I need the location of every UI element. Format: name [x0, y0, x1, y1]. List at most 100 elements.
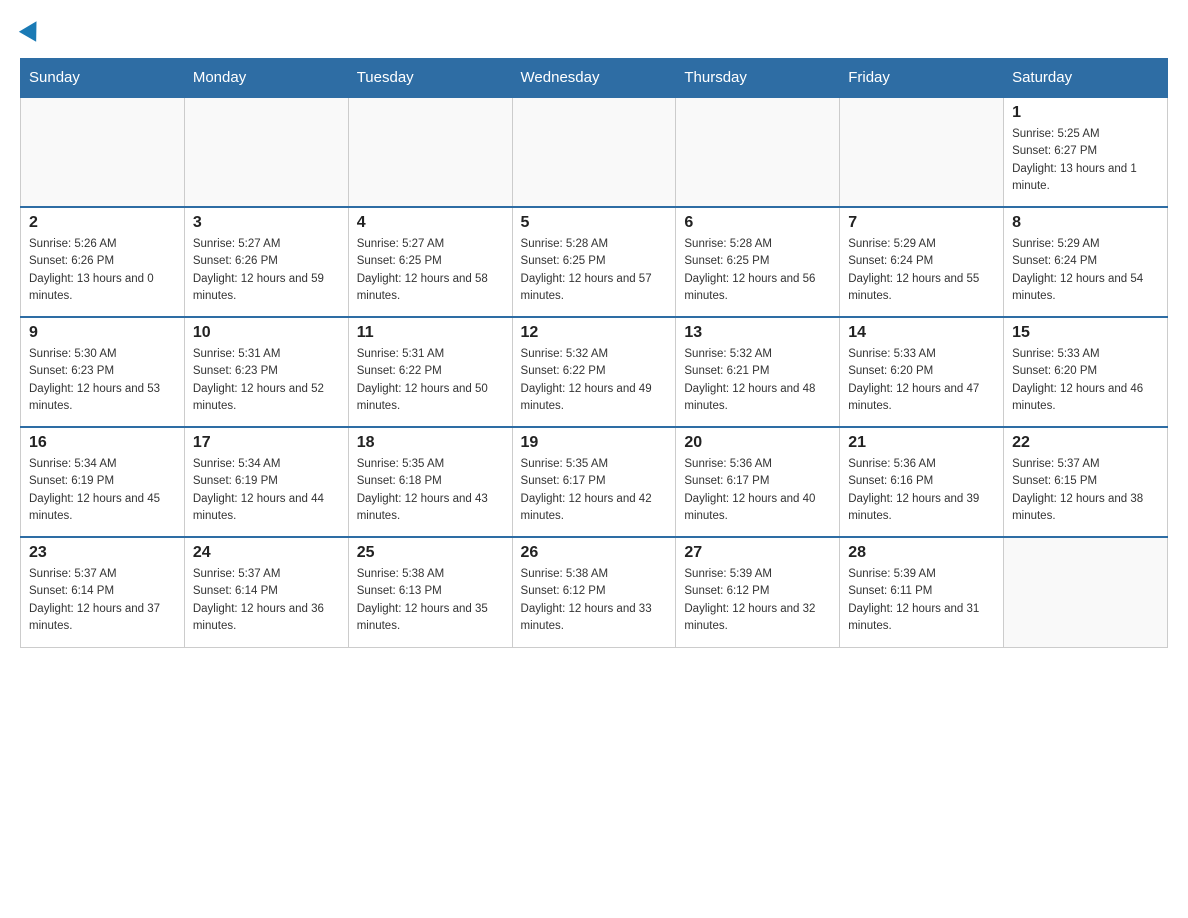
day-info: Sunrise: 5:35 AMSunset: 6:18 PMDaylight:… [357, 456, 504, 525]
calendar-cell: 1 Sunrise: 5:25 AMSunset: 6:27 PMDaylight… [1004, 97, 1168, 207]
day-info: Sunrise: 5:32 AMSunset: 6:21 PMDaylight:… [684, 346, 831, 415]
day-number: 25 [357, 544, 504, 562]
day-info: Sunrise: 5:26 AMSunset: 6:26 PMDaylight:… [29, 236, 176, 305]
day-info: Sunrise: 5:31 AMSunset: 6:23 PMDaylight:… [193, 346, 340, 415]
calendar-cell: 20 Sunrise: 5:36 AMSunset: 6:17 PMDayligh… [676, 427, 840, 537]
day-info: Sunrise: 5:31 AMSunset: 6:22 PMDaylight:… [357, 346, 504, 415]
calendar-week-row: 1 Sunrise: 5:25 AMSunset: 6:27 PMDaylight… [21, 97, 1168, 207]
day-info: Sunrise: 5:30 AMSunset: 6:23 PMDaylight:… [29, 346, 176, 415]
day-number: 7 [848, 214, 995, 232]
day-info: Sunrise: 5:33 AMSunset: 6:20 PMDaylight:… [1012, 346, 1159, 415]
calendar-cell: 11 Sunrise: 5:31 AMSunset: 6:22 PMDayligh… [348, 317, 512, 427]
day-info: Sunrise: 5:34 AMSunset: 6:19 PMDaylight:… [29, 456, 176, 525]
calendar-cell: 26Sunrise: 5:38 AMSunset: 6:12 PMDayligh… [512, 537, 676, 647]
day-info: Sunrise: 5:38 AMSunset: 6:13 PMDaylight:… [357, 566, 504, 635]
calendar-cell: 13 Sunrise: 5:32 AMSunset: 6:21 PMDayligh… [676, 317, 840, 427]
page-header [20, 20, 1168, 38]
calendar-cell [512, 97, 676, 207]
calendar-cell: 28 Sunrise: 5:39 AMSunset: 6:11 PMDayligh… [840, 537, 1004, 647]
calendar-week-row: 23Sunrise: 5:37 AMSunset: 6:14 PMDayligh… [21, 537, 1168, 647]
day-number: 16 [29, 434, 176, 452]
day-info: Sunrise: 5:28 AMSunset: 6:25 PMDaylight:… [684, 236, 831, 305]
calendar-cell: 21 Sunrise: 5:36 AMSunset: 6:16 PMDayligh… [840, 427, 1004, 537]
day-number: 6 [684, 214, 831, 232]
day-info: Sunrise: 5:34 AMSunset: 6:19 PMDaylight:… [193, 456, 340, 525]
day-number: 8 [1012, 214, 1159, 232]
calendar-cell: 9Sunrise: 5:30 AMSunset: 6:23 PMDaylight… [21, 317, 185, 427]
calendar-cell: 25 Sunrise: 5:38 AMSunset: 6:13 PMDayligh… [348, 537, 512, 647]
calendar-cell: 18 Sunrise: 5:35 AMSunset: 6:18 PMDayligh… [348, 427, 512, 537]
calendar-week-row: 2 Sunrise: 5:26 AMSunset: 6:26 PMDaylight… [21, 207, 1168, 317]
column-header-sunday: Sunday [21, 59, 185, 98]
logo [20, 20, 44, 38]
calendar-cell [348, 97, 512, 207]
day-number: 10 [193, 324, 340, 342]
day-number: 21 [848, 434, 995, 452]
day-info: Sunrise: 5:35 AMSunset: 6:17 PMDaylight:… [521, 456, 668, 525]
calendar-cell [676, 97, 840, 207]
day-info: Sunrise: 5:36 AMSunset: 6:17 PMDaylight:… [684, 456, 831, 525]
logo-triangle-icon [19, 16, 45, 42]
calendar-cell: 3 Sunrise: 5:27 AMSunset: 6:26 PMDaylight… [184, 207, 348, 317]
day-info: Sunrise: 5:27 AMSunset: 6:25 PMDaylight:… [357, 236, 504, 305]
calendar-cell: 27 Sunrise: 5:39 AMSunset: 6:12 PMDayligh… [676, 537, 840, 647]
calendar-cell: 17Sunrise: 5:34 AMSunset: 6:19 PMDayligh… [184, 427, 348, 537]
column-header-tuesday: Tuesday [348, 59, 512, 98]
column-header-saturday: Saturday [1004, 59, 1168, 98]
calendar-cell: 23Sunrise: 5:37 AMSunset: 6:14 PMDayligh… [21, 537, 185, 647]
day-info: Sunrise: 5:39 AMSunset: 6:11 PMDaylight:… [848, 566, 995, 635]
day-info: Sunrise: 5:25 AMSunset: 6:27 PMDaylight:… [1012, 126, 1159, 195]
calendar-header-row: SundayMondayTuesdayWednesdayThursdayFrid… [21, 59, 1168, 98]
day-info: Sunrise: 5:37 AMSunset: 6:14 PMDaylight:… [29, 566, 176, 635]
day-number: 2 [29, 214, 176, 232]
calendar-cell [184, 97, 348, 207]
calendar-cell: 5 Sunrise: 5:28 AMSunset: 6:25 PMDaylight… [512, 207, 676, 317]
day-number: 27 [684, 544, 831, 562]
day-number: 20 [684, 434, 831, 452]
column-header-thursday: Thursday [676, 59, 840, 98]
calendar-cell: 6 Sunrise: 5:28 AMSunset: 6:25 PMDaylight… [676, 207, 840, 317]
calendar-cell [1004, 537, 1168, 647]
calendar-cell: 4 Sunrise: 5:27 AMSunset: 6:25 PMDaylight… [348, 207, 512, 317]
calendar-cell: 15 Sunrise: 5:33 AMSunset: 6:20 PMDayligh… [1004, 317, 1168, 427]
day-number: 5 [521, 214, 668, 232]
calendar-cell: 10 Sunrise: 5:31 AMSunset: 6:23 PMDayligh… [184, 317, 348, 427]
day-number: 11 [357, 324, 504, 342]
calendar-week-row: 9Sunrise: 5:30 AMSunset: 6:23 PMDaylight… [21, 317, 1168, 427]
day-number: 12 [521, 324, 668, 342]
day-info: Sunrise: 5:36 AMSunset: 6:16 PMDaylight:… [848, 456, 995, 525]
day-number: 15 [1012, 324, 1159, 342]
day-number: 24 [193, 544, 340, 562]
calendar-cell: 22Sunrise: 5:37 AMSunset: 6:15 PMDayligh… [1004, 427, 1168, 537]
day-info: Sunrise: 5:28 AMSunset: 6:25 PMDaylight:… [521, 236, 668, 305]
column-header-friday: Friday [840, 59, 1004, 98]
calendar-cell: 2 Sunrise: 5:26 AMSunset: 6:26 PMDaylight… [21, 207, 185, 317]
day-number: 18 [357, 434, 504, 452]
calendar-cell: 14 Sunrise: 5:33 AMSunset: 6:20 PMDayligh… [840, 317, 1004, 427]
day-number: 3 [193, 214, 340, 232]
day-info: Sunrise: 5:29 AMSunset: 6:24 PMDaylight:… [848, 236, 995, 305]
column-header-monday: Monday [184, 59, 348, 98]
calendar-cell: 19 Sunrise: 5:35 AMSunset: 6:17 PMDayligh… [512, 427, 676, 537]
calendar-cell: 24 Sunrise: 5:37 AMSunset: 6:14 PMDayligh… [184, 537, 348, 647]
day-number: 14 [848, 324, 995, 342]
day-info: Sunrise: 5:37 AMSunset: 6:14 PMDaylight:… [193, 566, 340, 635]
calendar-cell [21, 97, 185, 207]
calendar-cell [840, 97, 1004, 207]
column-header-wednesday: Wednesday [512, 59, 676, 98]
day-number: 4 [357, 214, 504, 232]
day-info: Sunrise: 5:33 AMSunset: 6:20 PMDaylight:… [848, 346, 995, 415]
day-number: 28 [848, 544, 995, 562]
day-number: 13 [684, 324, 831, 342]
day-info: Sunrise: 5:32 AMSunset: 6:22 PMDaylight:… [521, 346, 668, 415]
day-number: 26 [521, 544, 668, 562]
calendar-table: SundayMondayTuesdayWednesdayThursdayFrid… [20, 58, 1168, 648]
day-info: Sunrise: 5:29 AMSunset: 6:24 PMDaylight:… [1012, 236, 1159, 305]
day-number: 1 [1012, 104, 1159, 122]
day-info: Sunrise: 5:27 AMSunset: 6:26 PMDaylight:… [193, 236, 340, 305]
day-number: 19 [521, 434, 668, 452]
day-number: 22 [1012, 434, 1159, 452]
calendar-week-row: 16 Sunrise: 5:34 AMSunset: 6:19 PMDayligh… [21, 427, 1168, 537]
calendar-cell: 12 Sunrise: 5:32 AMSunset: 6:22 PMDayligh… [512, 317, 676, 427]
day-info: Sunrise: 5:39 AMSunset: 6:12 PMDaylight:… [684, 566, 831, 635]
